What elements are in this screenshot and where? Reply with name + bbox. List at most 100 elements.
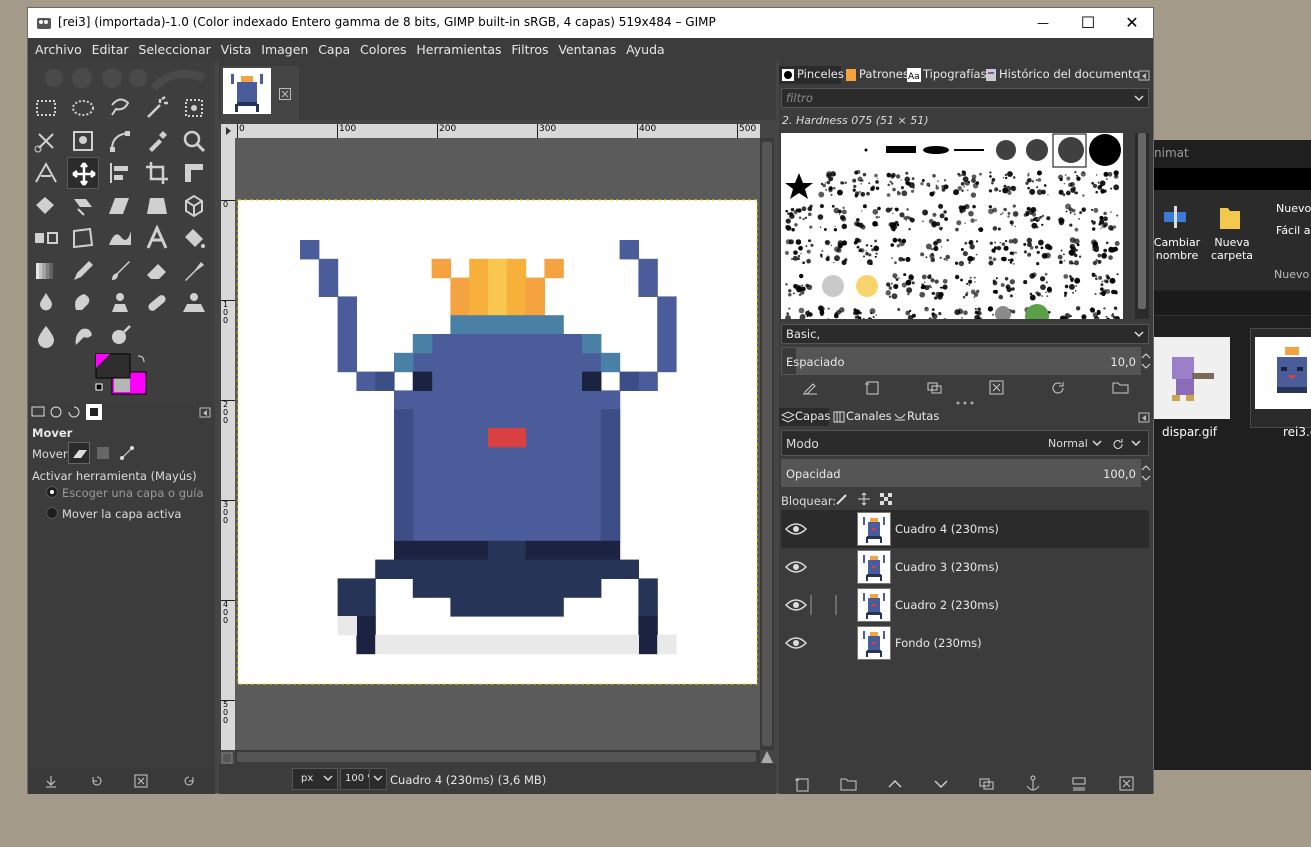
move-path-mode-icon[interactable] [118, 444, 136, 462]
tool-fuzzy-select[interactable] [141, 92, 173, 124]
tool-pencil[interactable] [67, 255, 99, 287]
layer-row[interactable]: Cuadro 2 (230ms) [781, 586, 1149, 624]
menu-herramientas[interactable]: Herramientas [413, 38, 504, 62]
menu-seleccionar[interactable]: Seleccionar [135, 38, 213, 62]
tool-perspective[interactable] [141, 190, 173, 222]
undo-history-tab-icon[interactable] [66, 404, 82, 420]
ruler-corner-icon[interactable] [221, 124, 235, 138]
layer-row[interactable]: Fondo (230ms) [781, 624, 1149, 662]
duplicate-layer-icon[interactable] [975, 774, 999, 794]
lock-pixels-icon[interactable] [835, 492, 849, 506]
tab-pinceles[interactable]: Pinceles [779, 66, 844, 84]
vertical-scrollbar[interactable] [760, 138, 774, 750]
tool-blur[interactable] [30, 320, 62, 352]
duplicate-brush-icon[interactable] [923, 378, 947, 398]
brush-grid-scrollbar[interactable] [1135, 133, 1149, 319]
tool-handle-transform[interactable] [67, 190, 99, 222]
image-tab-rei3[interactable] [221, 66, 299, 120]
raise-layer-icon[interactable] [883, 774, 907, 794]
mode-switch-icon[interactable] [1112, 436, 1146, 452]
delete-layer-icon[interactable] [1115, 774, 1139, 794]
rename-button[interactable]: Cambiar nombre [1152, 236, 1202, 262]
layer-link-icon[interactable] [809, 594, 839, 616]
anchor-layer-icon[interactable] [1021, 774, 1045, 794]
tool-color-select[interactable] [178, 92, 210, 124]
menu-capa[interactable]: Capa [315, 38, 353, 62]
tool-mypaint[interactable] [67, 287, 99, 319]
tool-rect-select[interactable] [30, 92, 62, 124]
tool-align[interactable] [104, 157, 136, 189]
tab-tipografias[interactable]: Aa Tipografías [905, 66, 987, 84]
tool-crop[interactable] [141, 157, 173, 189]
horizontal-scrollbar[interactable] [235, 750, 760, 764]
move-layer-mode-icon[interactable] [68, 442, 90, 464]
menu-colores[interactable]: Colores [357, 38, 410, 62]
visibility-eye-icon[interactable] [785, 635, 807, 651]
opacity-spin-icon[interactable] [1141, 462, 1151, 484]
zoom-dropdown-button[interactable] [369, 768, 387, 790]
lock-alpha-icon[interactable] [879, 492, 893, 506]
opacity-slider[interactable]: Opacidad 100,0 [781, 459, 1141, 487]
tool-free-select[interactable] [104, 92, 136, 124]
tool-paths[interactable] [104, 125, 136, 157]
tool-text[interactable] [141, 222, 173, 254]
open-brush-icon[interactable] [1109, 378, 1133, 398]
tool-cage[interactable] [67, 222, 99, 254]
move-active-layer-radio[interactable] [46, 507, 58, 519]
horizontal-ruler[interactable]: 0 100 200 300 400 500 [235, 124, 760, 138]
layer-row[interactable]: Cuadro 3 (230ms) [781, 548, 1149, 586]
close-button[interactable]: ✕ [1109, 8, 1155, 38]
menu-archivo[interactable]: Archivo [32, 38, 85, 62]
menu-imagen[interactable]: Imagen [258, 38, 311, 62]
menu-filtros[interactable]: Filtros [508, 38, 551, 62]
image-canvas[interactable] [235, 138, 760, 750]
unit-selector[interactable]: px [292, 768, 338, 790]
visibility-eye-icon[interactable] [785, 521, 807, 537]
delete-preset-icon[interactable] [134, 774, 148, 788]
tab-rutas[interactable]: Rutas [891, 408, 939, 426]
easy-access-button[interactable]: Fácil ac [1276, 224, 1311, 237]
menu-editar[interactable]: Editar [89, 38, 132, 62]
tool-ink[interactable] [30, 287, 62, 319]
vertical-ruler[interactable]: 0 1 0 0 2 0 0 3 0 0 4 0 0 5 0 0 [221, 138, 235, 750]
minimize-button[interactable]: — [1020, 8, 1066, 38]
visibility-eye-icon[interactable] [785, 597, 807, 613]
brush-filter-input[interactable]: filtro [781, 88, 1149, 108]
tool-color-picker[interactable] [141, 125, 173, 157]
spacing-slider[interactable]: Espaciado 10,0 [781, 347, 1141, 375]
tool-perspective-clone[interactable] [178, 287, 210, 319]
new-item-button[interactable]: Nuevo [1276, 202, 1311, 215]
tool-flip[interactable] [30, 222, 62, 254]
layer-row[interactable]: Cuadro 4 (230ms) [781, 510, 1149, 548]
new-folder-button[interactable]: Nueva carpeta [1208, 236, 1256, 262]
fg-bg-color-selector[interactable] [94, 352, 150, 398]
tool-heal[interactable] [141, 287, 173, 319]
dock-resize-handle-icon[interactable] [955, 400, 975, 406]
file-thumb-dispar[interactable] [1154, 337, 1230, 419]
brush-tag-input[interactable]: Basic, [781, 324, 1149, 344]
tool-unified-transform[interactable] [178, 157, 210, 189]
layers-panel-menu-icon[interactable] [1137, 410, 1151, 424]
tab-patrones[interactable]: Patrones [843, 66, 909, 84]
tool-wave[interactable] [104, 222, 136, 254]
maximize-button[interactable]: ☐ [1065, 8, 1111, 38]
pick-layer-radio[interactable] [46, 486, 58, 498]
tab-capas[interactable]: Capas [779, 408, 830, 426]
tool-shear[interactable] [104, 190, 136, 222]
restore-preset-icon[interactable] [90, 774, 104, 788]
navigate-icon[interactable] [760, 750, 774, 764]
save-preset-icon[interactable] [44, 774, 58, 788]
tool-3d-transform[interactable] [178, 190, 210, 222]
menu-ayuda[interactable]: Ayuda [623, 38, 668, 62]
tool-paintbrush[interactable] [104, 255, 136, 287]
tool-zoom[interactable] [178, 125, 210, 157]
tool-gradient[interactable] [30, 255, 62, 287]
visibility-eye-icon[interactable] [785, 559, 807, 575]
delete-brush-icon[interactable] [985, 378, 1009, 398]
tool-airbrush[interactable] [178, 255, 210, 287]
chevron-down-icon[interactable] [1092, 440, 1102, 448]
new-brush-icon[interactable] [861, 378, 885, 398]
dock-panel-menu-icon[interactable] [1137, 68, 1151, 82]
tool-eraser[interactable] [141, 255, 173, 287]
close-tab-icon[interactable] [279, 88, 291, 100]
